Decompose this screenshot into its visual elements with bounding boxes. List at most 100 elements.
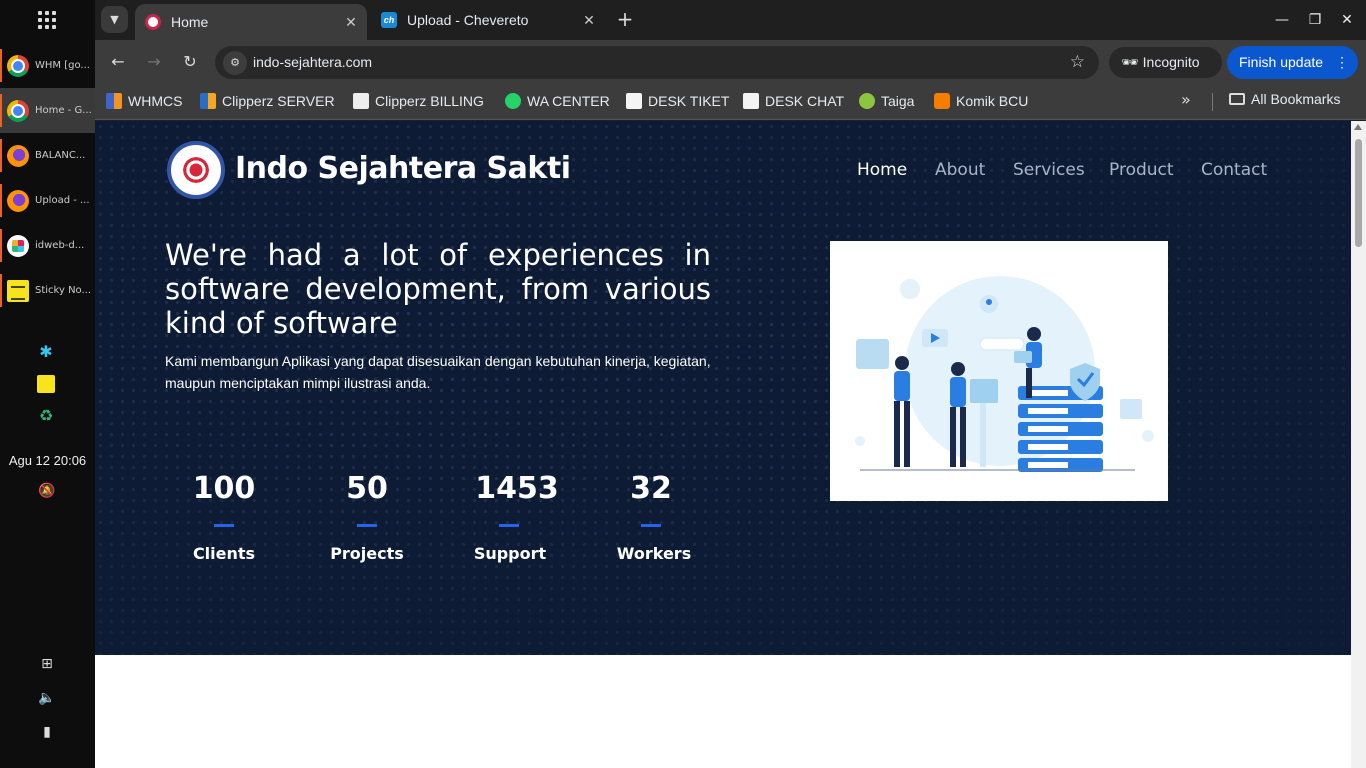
clock[interactable]: Agu 12 20:06 [0, 453, 95, 468]
bookmark-desk-chat[interactable]: DESK CHAT [743, 91, 844, 111]
incognito-icon: 🕶 [1121, 54, 1139, 70]
url-text[interactable]: indo-sejahtera.com [253, 54, 372, 70]
stat-label: Workers [616, 544, 692, 563]
reload-icon[interactable]: ↻ [178, 50, 202, 74]
recycle-tray-icon[interactable]: ♻ [37, 407, 55, 425]
hero-section: Indo Sejahtera Sakti Home About Services… [95, 121, 1351, 655]
chrome-icon [7, 99, 29, 122]
bookmark-label: WA CENTER [527, 93, 610, 109]
back-icon[interactable]: ← [106, 50, 130, 74]
page-scrollbar[interactable] [1351, 121, 1366, 768]
nav-home[interactable]: Home [857, 160, 907, 180]
tray-icons: ✱ ♻ [37, 343, 57, 439]
kebab-menu-icon: ⋮ [1334, 54, 1349, 70]
stat-label: Clients [192, 544, 256, 563]
close-window-icon[interactable]: ✕ [1335, 8, 1359, 32]
bookmark-label: Clipperz SERVER [222, 93, 335, 109]
tab-search-button[interactable]: ▼ [101, 6, 128, 33]
bookmark-label: Komik BCU [956, 93, 1029, 109]
hero-subtext: Kami membangun Aplikasi yang dapat dises… [165, 353, 711, 391]
team-servers-illustration [855, 276, 1154, 472]
finish-update-button[interactable]: Finish update ⋮ [1227, 46, 1358, 79]
task-item-sticky[interactable]: Sticky No... [0, 268, 95, 313]
stat-label: Projects [330, 544, 404, 563]
site-info-icon[interactable]: ⚙ [223, 51, 247, 75]
bookmark-label: DESK TIKET [648, 93, 730, 109]
task-item-balance[interactable]: BALANC... [0, 133, 95, 178]
site-favicon-icon [145, 14, 161, 30]
slack-tray-icon[interactable]: ✱ [37, 343, 55, 361]
clipperz-billing-icon [353, 93, 369, 109]
task-item-whm[interactable]: WHM [go... [0, 43, 95, 88]
tab-home[interactable]: Home ✕ [135, 4, 367, 40]
stat-label: Support [473, 544, 547, 563]
page-viewport: Indo Sejahtera Sakti Home About Services… [95, 121, 1366, 768]
network-icon[interactable]: ⊞ [36, 656, 58, 678]
address-bar[interactable]: ⚙ indo-sejahtera.com ☆ [215, 46, 1099, 79]
nav-product[interactable]: Product [1109, 160, 1174, 180]
bookmark-komik-bcu[interactable]: Komik BCU [934, 91, 1028, 111]
tab-title: Home [171, 14, 209, 30]
divider [1212, 93, 1213, 111]
scroll-up-icon[interactable] [1354, 124, 1362, 130]
folder-icon [1229, 93, 1245, 105]
nav-contact[interactable]: Contact [1201, 160, 1267, 180]
notification-muted-icon[interactable]: 🔕 [38, 483, 56, 501]
incognito-label: Incognito [1142, 54, 1200, 70]
stat-underline [214, 524, 234, 527]
nav-about[interactable]: About [935, 160, 985, 180]
scroll-thumb[interactable] [1355, 139, 1362, 247]
stat-value: 1453 [475, 471, 559, 506]
stat-underline [357, 524, 377, 527]
bookmarks-bar: WHMCS Clipperz SERVER Clipperz BILLING W… [95, 84, 1366, 120]
bookmark-clipperz-billing[interactable]: Clipperz BILLING [353, 91, 484, 111]
bookmark-taiga[interactable]: Taiga [859, 91, 914, 111]
browser-window: ▼ Home ✕ ch Upload - Chevereto ✕ + — ❐ ✕… [95, 0, 1366, 768]
slack-icon [7, 234, 29, 257]
task-label: BALANC... [35, 150, 86, 161]
volume-icon[interactable]: 🔈 [36, 690, 58, 712]
minimize-icon[interactable]: — [1270, 8, 1294, 32]
all-bookmarks-button[interactable]: All Bookmarks [1229, 91, 1340, 107]
nav-services[interactable]: Services [1013, 160, 1085, 180]
new-tab-button[interactable]: + [615, 8, 635, 32]
brand-name[interactable]: Indo Sejahtera Sakti [235, 151, 571, 186]
desk-icon [626, 93, 642, 109]
company-logo[interactable] [167, 141, 225, 199]
task-item-home[interactable]: Home - G... [0, 88, 95, 133]
taskbar: WHM [go... Home - G... BALANC... Upload … [0, 0, 95, 768]
bookmark-label: WHMCS [128, 93, 183, 109]
sticky-notes-tray-icon[interactable] [37, 375, 55, 393]
blogger-icon [934, 93, 950, 109]
whatsapp-icon [505, 93, 521, 109]
bookmark-clipperz-server[interactable]: Clipperz SERVER [200, 91, 335, 111]
tab-strip: ▼ Home ✕ ch Upload - Chevereto ✕ + — ❐ ✕ [95, 0, 1366, 40]
stat-value: 100 [192, 471, 256, 506]
bookmark-whmcs[interactable]: WHMCS [106, 91, 182, 111]
bookmark-star-icon[interactable]: ☆ [1070, 52, 1085, 72]
maximize-icon[interactable]: ❐ [1303, 8, 1327, 32]
tab-upload[interactable]: ch Upload - Chevereto ✕ [377, 4, 605, 36]
stat-value: 50 [346, 471, 388, 506]
close-icon[interactable]: ✕ [341, 14, 361, 31]
battery-icon[interactable]: ▮ [36, 724, 58, 746]
desk-icon [743, 93, 759, 109]
tab-title: Upload - Chevereto [407, 12, 529, 28]
task-label: Sticky No... [35, 285, 92, 296]
incognito-badge[interactable]: 🕶 Incognito [1109, 47, 1222, 78]
system-icons: ⊞ 🔈 ▮ [36, 656, 58, 758]
forward-icon[interactable]: → [142, 50, 166, 74]
close-icon[interactable]: ✕ [579, 12, 599, 29]
task-item-idweb[interactable]: idweb-d... [0, 223, 95, 268]
task-label: idweb-d... [35, 240, 85, 251]
clipperz-icon [200, 93, 216, 109]
task-item-upload[interactable]: Upload - ... [0, 178, 95, 223]
show-apps-icon[interactable] [38, 11, 56, 29]
sticky-notes-icon [7, 279, 29, 302]
more-bookmarks-icon[interactable]: » [1181, 90, 1191, 109]
bookmark-wa-center[interactable]: WA CENTER [505, 91, 610, 111]
firefox-icon [7, 144, 29, 167]
bookmark-label: Clipperz BILLING [375, 93, 484, 109]
bookmark-desk-tiket[interactable]: DESK TIKET [626, 91, 729, 111]
firefox-icon [7, 189, 29, 212]
